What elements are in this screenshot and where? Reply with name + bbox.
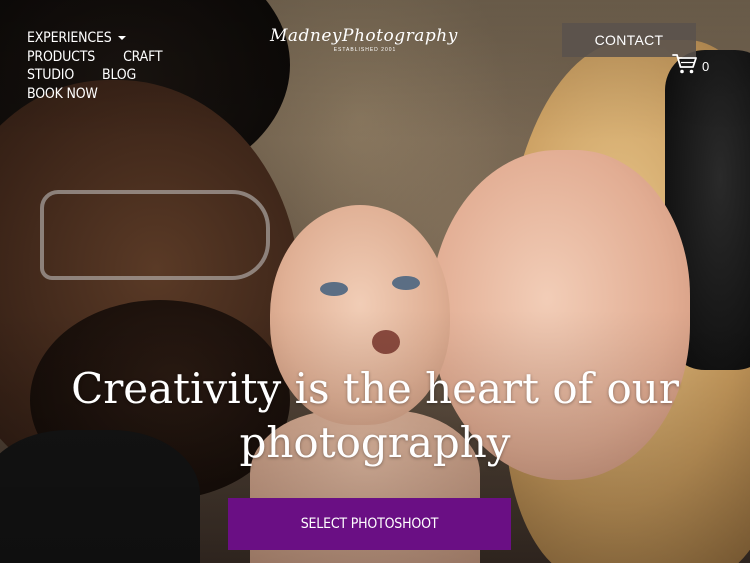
nav-item-book-now[interactable]: BOOK NOW: [27, 85, 98, 104]
hero-headline: Creativity is the heart of our photograp…: [40, 362, 710, 470]
nav-item-experiences-label: EXPERIENCES: [27, 30, 112, 46]
select-photoshoot-button[interactable]: SELECT PHOTOSHOOT: [228, 498, 511, 550]
nav-row-3: STUDIO BLOG: [27, 66, 187, 85]
cart-count: 0: [702, 58, 710, 74]
hero-headline-line1: Creativity is the heart of our: [71, 364, 679, 413]
nav-row-2: PRODUCTS CRAFT: [27, 48, 187, 67]
nav-item-blog[interactable]: BLOG: [102, 66, 136, 85]
chevron-down-icon: [117, 36, 126, 41]
nav-item-studio[interactable]: STUDIO: [27, 66, 74, 85]
hero-headline-line2: photography: [239, 418, 511, 467]
nav-item-craft[interactable]: CRAFT: [123, 48, 162, 67]
cart-button[interactable]: 0: [672, 53, 720, 80]
site-logo[interactable]: MadneyPhotography ESTABLISHED 2001: [270, 26, 458, 66]
shopping-cart-icon: [672, 53, 698, 80]
nav-row-1: EXPERIENCES: [27, 29, 187, 48]
nav-item-experiences[interactable]: EXPERIENCES: [27, 29, 126, 48]
nav-item-products[interactable]: PRODUCTS: [27, 48, 95, 67]
logo-name: MadneyPhotography: [270, 26, 458, 46]
main-nav: EXPERIENCES PRODUCTS CRAFT STUDIO BLOG B…: [27, 29, 187, 103]
logo-tagline: ESTABLISHED 2001: [333, 47, 397, 53]
nav-row-4: BOOK NOW: [27, 85, 187, 104]
